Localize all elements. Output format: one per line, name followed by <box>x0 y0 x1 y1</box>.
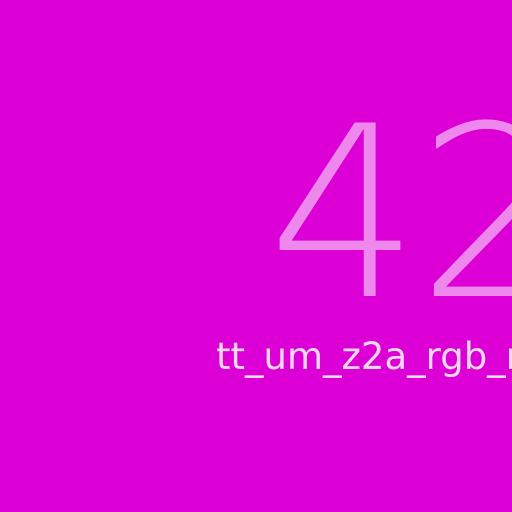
screen: 42 tt_um_z2a_rgb_m <box>0 0 512 512</box>
project-caption: tt_um_z2a_rgb_m <box>216 335 512 378</box>
big-number: 42 <box>268 76 512 353</box>
